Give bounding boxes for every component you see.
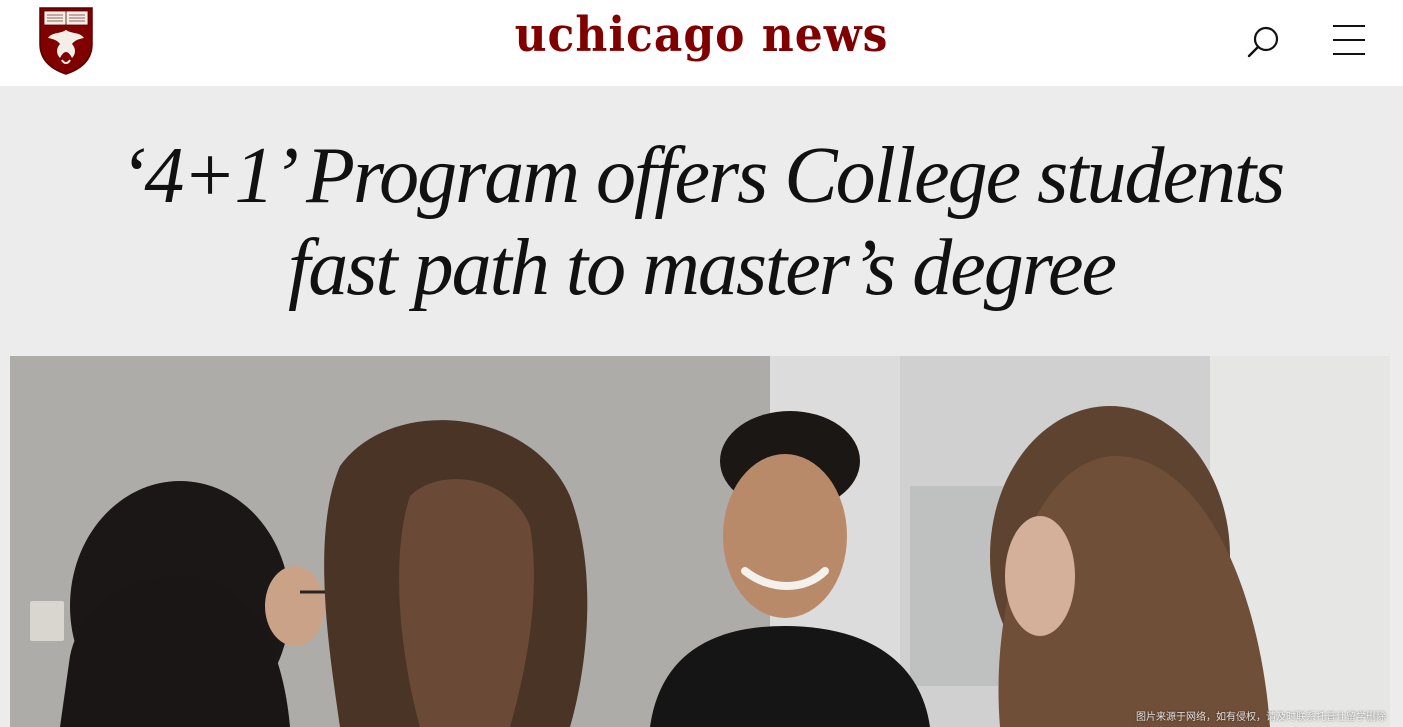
search-icon [1247,26,1279,58]
site-brand-wordmark[interactable]: uchicago news [0,7,1403,64]
students-photo-illustration [10,356,1390,727]
brand-text: uchicago news [514,7,889,64]
menu-button[interactable] [1330,22,1368,60]
article-title-band: ‘4+1’ Program offers College students fa… [0,86,1403,356]
site-header: uchicago news [0,0,1403,86]
hero-photo: 图片来源于网络，如有侵权，请及时联系托普仕留学删除 [10,356,1390,727]
image-watermark-text: 图片来源于网络，如有侵权，请及时联系托普仕留学删除 [1136,712,1386,723]
article-headline: ‘4+1’ Program offers College students fa… [119,132,1286,312]
search-button[interactable] [1244,22,1284,62]
hamburger-menu-icon [1333,25,1365,55]
